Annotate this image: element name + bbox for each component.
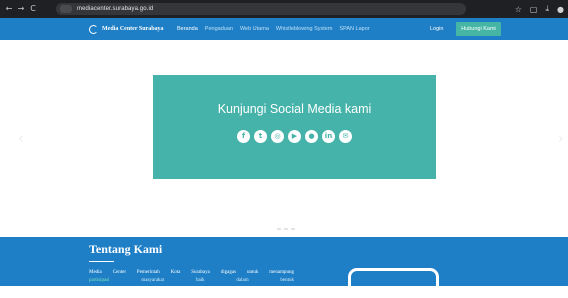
tiktok-icon[interactable]: ●	[305, 130, 318, 143]
linkedin-icon[interactable]: in	[322, 130, 335, 143]
back-icon[interactable]: ←	[3, 0, 15, 18]
menu-item-web-utama[interactable]: Web Utama	[240, 26, 269, 32]
browser-actions: ☆ ▢ ⤓ ●	[515, 0, 564, 18]
about-title: Tentang Kami	[89, 242, 163, 256]
about-text-line1: Media Center Pemerintah Kota Surabaya di…	[89, 270, 294, 275]
about-highlight: partisipasi	[89, 278, 110, 283]
slider-indicators	[277, 228, 295, 230]
slider-dot[interactable]	[277, 228, 281, 230]
youtube-icon[interactable]: ▶	[288, 130, 301, 143]
profile-icon[interactable]: ●	[557, 5, 564, 14]
site-navbar: Media Center Surabaya Beranda Pengaduan …	[0, 18, 568, 40]
address-bar[interactable]: mediacenter.surabaya.go.id	[56, 3, 466, 15]
bookmark-star-icon[interactable]: ☆	[515, 5, 522, 14]
social-icons: f t ◎ ▶ ● in ✉	[153, 130, 436, 143]
instagram-icon[interactable]: ◎	[271, 130, 284, 143]
contact-button[interactable]: Hubungi Kami	[456, 22, 501, 36]
banner-title: Kunjungi Social Media kami	[217, 102, 372, 116]
brand[interactable]: Media Center Surabaya	[89, 18, 164, 40]
site-info-icon[interactable]	[60, 5, 72, 13]
menu-item-beranda[interactable]: Beranda	[177, 26, 198, 32]
address-url[interactable]: mediacenter.surabaya.go.id	[77, 6, 153, 12]
brand-logo-icon	[89, 24, 98, 34]
about-section: Tentang Kami Media Center Pemerintah Kot…	[0, 237, 568, 286]
menu-item-span-lapor[interactable]: SPAN Lapor	[339, 26, 369, 32]
device-illustration	[348, 268, 439, 298]
forward-icon[interactable]: →	[15, 0, 27, 18]
about-divider	[89, 261, 114, 262]
slider-prev-icon[interactable]: ‹	[18, 131, 24, 147]
login-link[interactable]: Login	[430, 18, 443, 40]
twitter-icon[interactable]: t	[254, 130, 267, 143]
menu-item-pengaduan[interactable]: Pengaduan	[205, 26, 233, 32]
social-media-banner: Kunjungi Social Media kami f t ◎ ▶ ● in …	[153, 75, 436, 179]
email-icon[interactable]: ✉	[339, 130, 352, 143]
download-icon[interactable]: ⤓	[545, 4, 549, 14]
menu-item-whistleblowing[interactable]: Whistleblowing System	[276, 26, 333, 32]
slider-dot[interactable]	[291, 228, 295, 230]
about-text-line2: partisipasi masyarakat baik dalam bentuk	[89, 278, 294, 283]
reload-icon[interactable]: C	[27, 0, 39, 18]
sidebar-icon[interactable]: ▢	[530, 5, 538, 14]
main-menu: Beranda Pengaduan Web Utama Whistleblowi…	[177, 18, 370, 40]
slider-dot[interactable]	[284, 228, 288, 230]
about-text-rest: masyarakat baik dalam bentuk	[141, 278, 295, 283]
brand-name: Media Center Surabaya	[102, 26, 164, 32]
slider-next-icon[interactable]: ›	[558, 131, 564, 147]
facebook-icon[interactable]: f	[237, 130, 250, 143]
browser-toolbar: ← → C mediacenter.surabaya.go.id ☆ ▢ ⤓ ●	[0, 0, 568, 18]
